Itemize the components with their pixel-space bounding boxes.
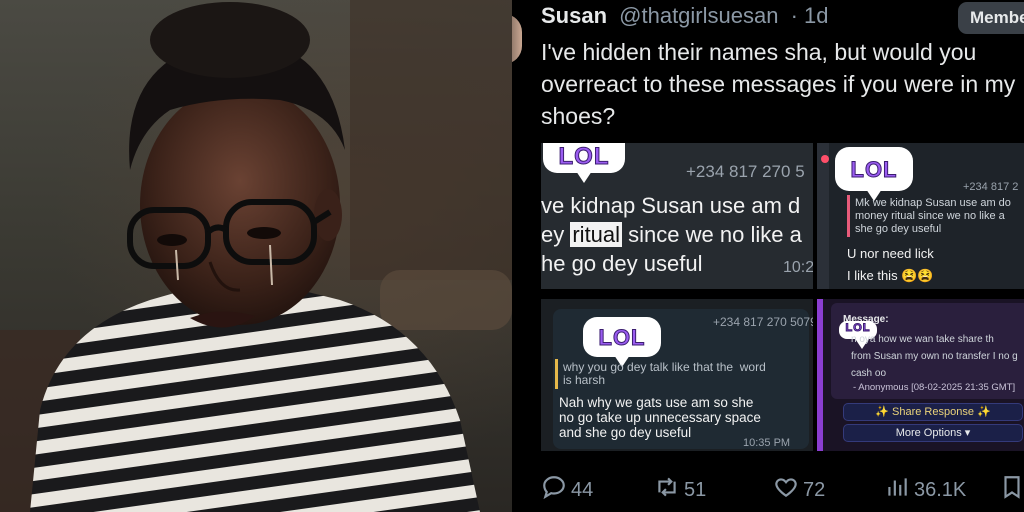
member-button[interactable]: Member bbox=[958, 2, 1024, 34]
tweet-time[interactable]: · 1d bbox=[791, 3, 829, 28]
reply-message: U nor need lick I like this 😫😫 bbox=[847, 246, 934, 283]
crying-woman-photo bbox=[0, 0, 512, 512]
phone-number: +234 817 2 bbox=[963, 181, 1019, 193]
tweet-header: Susan @thatgirlsuesan · 1d bbox=[541, 3, 829, 29]
message-signature: - Anonymous [08-02-2025 21:35 GMT] bbox=[853, 382, 1016, 393]
chat-screenshot-2[interactable]: LOL +234 817 2 Mk we kidnap Susan use am… bbox=[817, 143, 1024, 289]
message-line: ey bbox=[541, 222, 571, 247]
quoted-message: Mk we kidnap Susan use am do money ritua… bbox=[855, 197, 1011, 235]
tweet-action-bar: 44 51 72 36.1K bbox=[541, 474, 1024, 504]
unread-dot bbox=[821, 155, 829, 163]
repost-icon bbox=[654, 474, 680, 506]
message-line: ve kidnap Susan use am d bbox=[541, 193, 801, 218]
anonymous-message-screenshot[interactable]: Message: LOL n oya how we wan take share… bbox=[817, 299, 1024, 451]
lol-sticker: LOL bbox=[543, 143, 625, 183]
repost-count: 51 bbox=[684, 478, 707, 501]
quote-bar bbox=[847, 195, 850, 237]
highlighted-word: ritual bbox=[570, 222, 623, 247]
lol-sticker: LOL bbox=[835, 147, 913, 201]
more-options-button[interactable]: More Options ▾ bbox=[843, 424, 1023, 442]
views-count: 36.1K bbox=[914, 478, 967, 501]
share-response-button[interactable]: ✨ Share Response ✨ bbox=[843, 403, 1023, 421]
message-line: since we no like a bbox=[622, 222, 802, 247]
views-button[interactable]: 36.1K bbox=[884, 474, 966, 506]
views-icon bbox=[884, 474, 910, 506]
tweet-panel: Susan @thatgirlsuesan · 1d Member I've h… bbox=[512, 0, 1024, 512]
tweet-text: I've hidden their names sha, but would y… bbox=[541, 39, 1016, 129]
reply-gutter bbox=[817, 143, 829, 289]
chat-screenshot-1[interactable]: LOL +234 817 270 5 ve kidnap Susan use a… bbox=[541, 143, 813, 289]
like-count: 72 bbox=[803, 478, 826, 501]
chat-screenshot-3[interactable]: +234 817 270 5079 LOL why you go dey tal… bbox=[541, 299, 813, 451]
phone-number: +234 817 270 5 bbox=[686, 162, 805, 181]
author-handle[interactable]: @thatgirlsuesan bbox=[619, 3, 778, 28]
author-name[interactable]: Susan bbox=[541, 3, 607, 28]
heart-icon bbox=[773, 474, 799, 506]
phone-number: +234 817 270 5079 bbox=[713, 315, 813, 329]
reply-message: Nah why we gats use am so she no go take… bbox=[559, 395, 761, 440]
crying-woman-illustration bbox=[0, 0, 512, 512]
reply-icon bbox=[541, 474, 567, 506]
bookmark-icon bbox=[999, 474, 1024, 506]
reply-button[interactable]: 44 bbox=[541, 474, 593, 506]
message-line: he go dey useful bbox=[541, 251, 703, 276]
bookmark-button[interactable] bbox=[999, 474, 1024, 506]
repost-button[interactable]: 51 bbox=[654, 474, 706, 506]
accent-bar bbox=[817, 299, 823, 451]
avatar[interactable] bbox=[512, 14, 522, 64]
like-button[interactable]: 72 bbox=[773, 474, 825, 506]
chat-message: ve kidnap Susan use am d ey ritual since… bbox=[541, 191, 802, 278]
message-time: 10:35 PM bbox=[743, 437, 791, 449]
quote-bar bbox=[555, 359, 558, 389]
lol-sticker: LOL bbox=[583, 317, 661, 367]
reply-count: 44 bbox=[571, 478, 594, 501]
quoted-message: why you go dey talk like that the word i… bbox=[563, 360, 766, 387]
message-time: 10:2 bbox=[783, 259, 813, 276]
anonymous-message: n oya how we wan take share th from Susa… bbox=[851, 334, 1018, 379]
